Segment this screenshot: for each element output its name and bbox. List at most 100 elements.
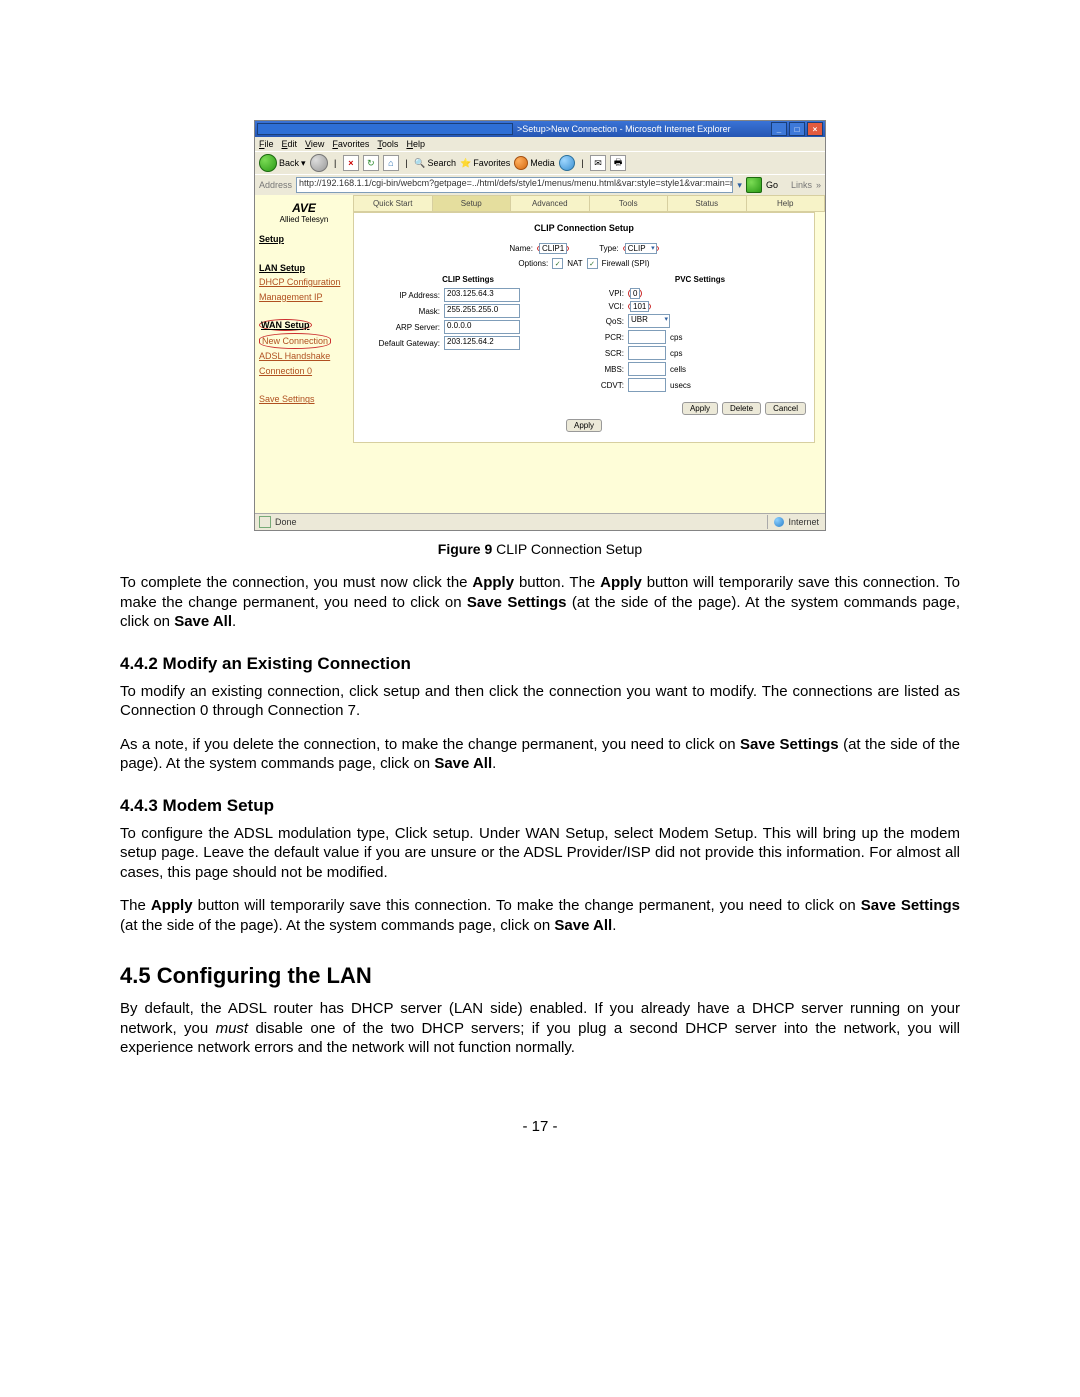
- done-icon: [259, 516, 271, 528]
- status-bar: Done Internet: [255, 513, 825, 530]
- side-wan-setup: WAN Setup: [259, 318, 349, 332]
- type-label: Type:: [599, 244, 619, 253]
- side-adsl[interactable]: ADSL Handshake: [259, 349, 349, 363]
- tab-setup[interactable]: Setup: [433, 196, 512, 211]
- mbs-label: MBS:: [594, 365, 624, 374]
- stop-button[interactable]: ×: [343, 155, 359, 171]
- qos-label: QoS:: [594, 317, 624, 326]
- search-button[interactable]: 🔍Search: [414, 158, 456, 169]
- paragraph: By default, the ADSL router has DHCP ser…: [120, 999, 960, 1058]
- name-input[interactable]: CLIP1: [539, 243, 567, 254]
- firewall-label: Firewall (SPI): [602, 259, 650, 268]
- pcr-unit: cps: [670, 333, 682, 342]
- close-button[interactable]: ×: [807, 122, 823, 136]
- menu-view[interactable]: View: [305, 139, 324, 149]
- window-titlebar: >Setup>New Connection - Microsoft Intern…: [255, 121, 825, 137]
- side-save-settings[interactable]: Save Settings: [259, 392, 349, 406]
- scr-input[interactable]: [628, 346, 666, 360]
- apply-button[interactable]: Apply: [682, 402, 718, 415]
- minimize-button[interactable]: _: [771, 122, 787, 136]
- mail-button[interactable]: ✉: [590, 155, 606, 171]
- back-button[interactable]: Back ▾: [259, 154, 306, 172]
- options-label: Options:: [518, 259, 548, 268]
- menubar: File Edit View Favorites Tools Help: [255, 137, 825, 151]
- pcr-label: PCR:: [594, 333, 624, 342]
- links-label[interactable]: Links: [791, 180, 812, 190]
- arp-input[interactable]: 0.0.0.0: [444, 320, 520, 334]
- type-select[interactable]: CLIP: [625, 243, 657, 254]
- vpi-input[interactable]: 0: [630, 288, 640, 299]
- name-label: Name:: [509, 244, 533, 253]
- go-label: Go: [766, 180, 778, 190]
- tab-status[interactable]: Status: [668, 196, 747, 211]
- pcr-input[interactable]: [628, 330, 666, 344]
- paragraph: To configure the ADSL modulation type, C…: [120, 824, 960, 883]
- main-pane: Quick Start Setup Advanced Tools Status …: [353, 195, 825, 513]
- paragraph: As a note, if you delete the connection,…: [120, 735, 960, 774]
- ie-icon: [257, 123, 513, 135]
- page-content: AVE Allied Telesyn Setup LAN Setup DHCP …: [255, 195, 825, 513]
- address-input[interactable]: http://192.168.1.1/cgi-bin/webcm?getpage…: [296, 177, 733, 193]
- mbs-unit: cells: [670, 365, 686, 374]
- window-title: >Setup>New Connection - Microsoft Intern…: [517, 124, 771, 134]
- mask-input[interactable]: 255.255.255.0: [444, 304, 520, 318]
- apply2-button[interactable]: Apply: [566, 419, 602, 432]
- menu-help[interactable]: Help: [406, 139, 425, 149]
- menu-file[interactable]: File: [259, 139, 274, 149]
- side-conn0[interactable]: Connection 0: [259, 364, 349, 378]
- pvc-settings-header: PVC Settings: [594, 275, 806, 284]
- paragraph: To modify an existing connection, click …: [120, 682, 960, 721]
- menu-edit[interactable]: Edit: [282, 139, 298, 149]
- clip-panel: CLIP Connection Setup Name: CLIP1 Type: …: [353, 212, 815, 443]
- arp-label: ARP Server:: [362, 323, 440, 332]
- cdvt-unit: usecs: [670, 381, 691, 390]
- logo-top: AVE: [259, 201, 349, 215]
- go-button[interactable]: [746, 177, 762, 193]
- print-button[interactable]: 🖶: [610, 155, 626, 171]
- cdvt-label: CDVT:: [594, 381, 624, 390]
- gw-input[interactable]: 203.125.64.2: [444, 336, 520, 350]
- tab-help[interactable]: Help: [747, 196, 826, 211]
- vci-label: VCI:: [594, 302, 624, 311]
- qos-select[interactable]: UBR: [628, 314, 670, 328]
- side-dhcp[interactable]: DHCP Configuration: [259, 275, 349, 289]
- side-setup[interactable]: Setup: [259, 232, 349, 246]
- toolbar: Back ▾ | × ↻ ⌂ | 🔍Search ⭐Favorites Medi…: [255, 151, 825, 174]
- delete-button[interactable]: Delete: [722, 402, 761, 415]
- paragraph: The Apply button will temporarily save t…: [120, 896, 960, 935]
- scr-label: SCR:: [594, 349, 624, 358]
- panel-title: CLIP Connection Setup: [362, 223, 806, 233]
- menu-favorites[interactable]: Favorites: [332, 139, 369, 149]
- tab-advanced[interactable]: Advanced: [511, 196, 590, 211]
- side-mgmt-ip[interactable]: Management IP: [259, 290, 349, 304]
- side-new-connection[interactable]: New Connection: [259, 333, 349, 349]
- heading-4-5: 4.5 Configuring the LAN: [120, 963, 960, 989]
- favorites-button[interactable]: ⭐Favorites: [460, 158, 510, 169]
- logo-brand: Allied Telesyn: [259, 215, 349, 224]
- address-bar: Address http://192.168.1.1/cgi-bin/webcm…: [255, 174, 825, 195]
- firewall-checkbox[interactable]: ✓: [587, 258, 598, 269]
- tab-tools[interactable]: Tools: [590, 196, 669, 211]
- mbs-input[interactable]: [628, 362, 666, 376]
- internet-icon: [774, 517, 784, 527]
- address-dropdown-icon[interactable]: ▾: [737, 180, 742, 191]
- figure-caption: Figure 9 CLIP Connection Setup: [120, 541, 960, 557]
- forward-button[interactable]: [310, 154, 328, 172]
- zone-text: Internet: [788, 517, 819, 527]
- cancel-button[interactable]: Cancel: [765, 402, 806, 415]
- vci-input[interactable]: 101: [630, 301, 649, 312]
- ip-input[interactable]: 203.125.64.3: [444, 288, 520, 302]
- home-button[interactable]: ⌂: [383, 155, 399, 171]
- refresh-button[interactable]: ↻: [363, 155, 379, 171]
- menu-tools[interactable]: Tools: [377, 139, 398, 149]
- tab-quickstart[interactable]: Quick Start: [354, 196, 433, 211]
- nav-tabs: Quick Start Setup Advanced Tools Status …: [353, 195, 825, 212]
- paragraph: To complete the connection, you must now…: [120, 573, 960, 632]
- page-number: - 17 -: [120, 1118, 960, 1135]
- nat-checkbox[interactable]: ✓: [552, 258, 563, 269]
- media-button[interactable]: Media: [514, 156, 555, 170]
- history-button[interactable]: [559, 155, 575, 171]
- heading-4-4-3: 4.4.3 Modem Setup: [120, 796, 960, 816]
- maximize-button[interactable]: □: [789, 122, 805, 136]
- cdvt-input[interactable]: [628, 378, 666, 392]
